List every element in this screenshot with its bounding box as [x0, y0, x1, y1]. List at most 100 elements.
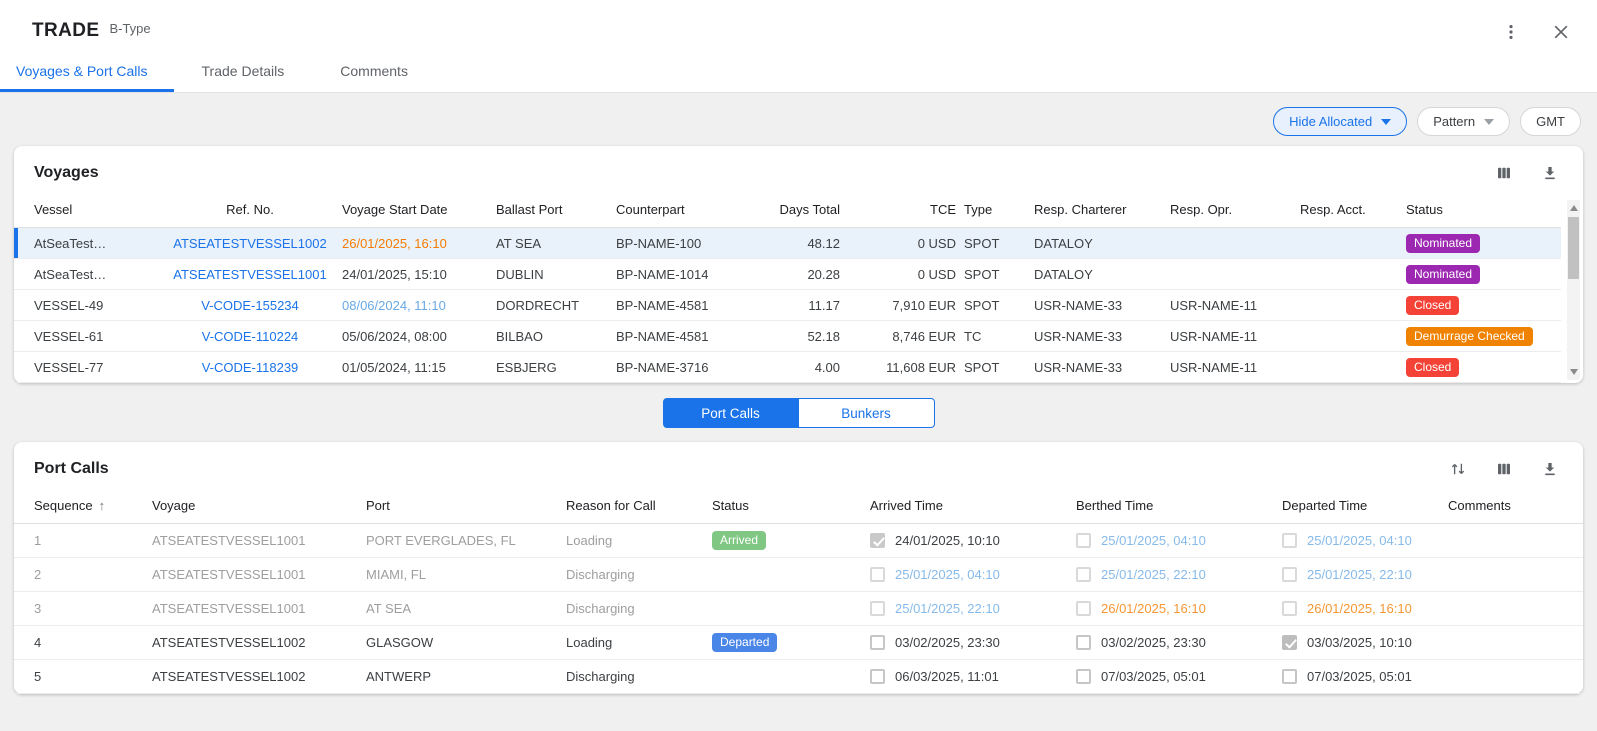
voyages-col-counterpart[interactable]: Counterpart [616, 202, 758, 217]
tab-comments[interactable]: Comments [312, 48, 436, 92]
ref-no-link[interactable]: V-CODE-110224 [202, 329, 299, 344]
download-icon[interactable] [1539, 458, 1561, 480]
departed-time[interactable]: 25/01/2025, 22:10 [1307, 567, 1412, 582]
port-calls-col-reason-for-call[interactable]: Reason for Call [566, 498, 712, 513]
berthed-time-cell: 25/01/2025, 22:10 [1076, 567, 1282, 582]
departed-checkbox[interactable] [1282, 669, 1297, 684]
arrived-checkbox[interactable] [870, 567, 885, 582]
voyages-col-tce[interactable]: TCE [848, 202, 964, 217]
berthed-checkbox[interactable] [1076, 533, 1091, 548]
tce-cell: 11,608 EUR [848, 360, 964, 375]
arrived-checkbox[interactable] [870, 601, 885, 616]
departed-checkbox[interactable] [1282, 601, 1297, 616]
voyages-col-type[interactable]: Type [964, 202, 1034, 217]
voyage-row[interactable]: AtSeaTest…ATSEATESTVESSEL100226/01/2025,… [14, 228, 1561, 259]
scrollbar-thumb[interactable] [1568, 217, 1579, 279]
ref-no-link[interactable]: ATSEATESTVESSEL1001 [173, 267, 326, 282]
columns-icon[interactable] [1493, 458, 1515, 480]
arrived-checkbox[interactable] [870, 533, 885, 548]
port-calls-col-voyage[interactable]: Voyage [152, 498, 366, 513]
sort-icon[interactable] [1447, 458, 1469, 480]
port-calls-col-comments[interactable]: Comments [1448, 498, 1583, 513]
voyages-col-resp-acct[interactable]: Resp. Acct. [1300, 202, 1406, 217]
arrived-time[interactable]: 25/01/2025, 22:10 [895, 601, 1000, 616]
download-icon[interactable] [1539, 162, 1561, 184]
departed-time-cell: 26/01/2025, 16:10 [1282, 601, 1448, 616]
berthed-time[interactable]: 26/01/2025, 16:10 [1101, 601, 1206, 616]
voyage-row[interactable]: VESSEL-77V-CODE-11823901/05/2024, 11:15E… [14, 352, 1561, 383]
arrived-time[interactable]: 06/03/2025, 11:01 [895, 669, 999, 684]
voyages-col-vessel[interactable]: Vessel [14, 202, 166, 217]
ref-no-link[interactable]: V-CODE-155234 [201, 298, 299, 313]
port-call-row[interactable]: 2ATSEATESTVESSEL1001MIAMI, FLDischarging… [14, 558, 1583, 592]
berthed-time[interactable]: 03/02/2025, 23:30 [1101, 635, 1206, 650]
voyages-col-resp-opr[interactable]: Resp. Opr. [1170, 202, 1300, 217]
departed-time[interactable]: 25/01/2025, 04:10 [1307, 533, 1412, 548]
voyages-table: VesselRef. No.Voyage Start DateBallast P… [14, 192, 1583, 383]
port-calls-col-departed-time[interactable]: Departed Time [1282, 498, 1448, 513]
port-calls-col-status[interactable]: Status [712, 498, 870, 513]
scroll-up-icon[interactable] [1570, 205, 1578, 211]
arrived-checkbox[interactable] [870, 669, 885, 684]
ref-no-link[interactable]: V-CODE-118239 [202, 360, 299, 375]
port-call-row[interactable]: 1ATSEATESTVESSEL1001PORT EVERGLADES, FLL… [14, 524, 1583, 558]
voyages-scrollbar[interactable] [1567, 200, 1580, 380]
port-calls-toggle[interactable]: Port Calls [663, 398, 799, 428]
port-call-row[interactable]: 3ATSEATESTVESSEL1001AT SEADischarging25/… [14, 592, 1583, 626]
voyages-col-voyage-start-date[interactable]: Voyage Start Date [342, 202, 496, 217]
tab-trade-details[interactable]: Trade Details [174, 48, 313, 92]
scroll-down-icon[interactable] [1570, 369, 1578, 375]
ref-no-cell: V-CODE-118239 [166, 360, 342, 375]
port-calls-table: Sequence↑VoyagePortReason for CallStatus… [14, 488, 1583, 694]
port-calls-col-berthed-time[interactable]: Berthed Time [1076, 498, 1282, 513]
hide-allocated-button[interactable]: Hide Allocated [1273, 107, 1407, 136]
voyage-row[interactable]: VESSEL-61V-CODE-11022405/06/2024, 08:00B… [14, 321, 1561, 352]
trade-dialog: TRADE B-Type Voyages & Port CallsTrade D… [0, 0, 1597, 694]
departed-checkbox[interactable] [1282, 567, 1297, 582]
berthed-time[interactable]: 25/01/2025, 22:10 [1101, 567, 1206, 582]
voyage-row[interactable]: VESSEL-49V-CODE-15523408/06/2024, 11:10D… [14, 290, 1561, 321]
voyages-col-days-total[interactable]: Days Total [758, 202, 848, 217]
bunkers-toggle[interactable]: Bunkers [799, 398, 935, 428]
resp-charterer-cell: USR-NAME-33 [1034, 298, 1170, 313]
berthed-checkbox[interactable] [1076, 567, 1091, 582]
voyages-col-resp-charterer[interactable]: Resp. Charterer [1034, 202, 1170, 217]
ref-no-link[interactable]: ATSEATESTVESSEL1002 [173, 236, 326, 251]
arrived-time[interactable]: 24/01/2025, 10:10 [895, 533, 1000, 548]
port-calls-col-arrived-time[interactable]: Arrived Time [870, 498, 1076, 513]
tce-cell: 0 USD [848, 267, 964, 282]
tab-voyages-port-calls[interactable]: Voyages & Port Calls [0, 48, 174, 92]
berthed-checkbox[interactable] [1076, 601, 1091, 616]
resp-opr-cell: USR-NAME-11 [1170, 360, 1300, 375]
berthed-checkbox[interactable] [1076, 669, 1091, 684]
port-calls-col-sequence[interactable]: Sequence↑ [14, 498, 152, 513]
port-call-row[interactable]: 4ATSEATESTVESSEL1002GLASGOWLoadingDepart… [14, 626, 1583, 660]
status-cell: Demurrage Checked [1406, 327, 1561, 346]
departed-time[interactable]: 07/03/2025, 05:01 [1307, 669, 1412, 684]
arrived-checkbox[interactable] [870, 635, 885, 650]
arrived-time[interactable]: 25/01/2025, 04:10 [895, 567, 1000, 582]
voyages-col-status[interactable]: Status [1406, 202, 1561, 217]
close-icon[interactable] [1549, 20, 1573, 44]
dialog-header: TRADE B-Type Voyages & Port CallsTrade D… [0, 0, 1597, 93]
departed-checkbox[interactable] [1282, 635, 1297, 650]
departed-time[interactable]: 26/01/2025, 16:10 [1307, 601, 1412, 616]
voyages-col-ballast-port[interactable]: Ballast Port [496, 202, 616, 217]
voyages-col-ref-no[interactable]: Ref. No. [166, 202, 342, 217]
berthed-checkbox[interactable] [1076, 635, 1091, 650]
more-menu-icon[interactable] [1499, 20, 1523, 44]
berthed-time[interactable]: 07/03/2025, 05:01 [1101, 669, 1206, 684]
gmt-button[interactable]: GMT [1520, 107, 1581, 136]
voyage-row[interactable]: AtSeaTest…ATSEATESTVESSEL100124/01/2025,… [14, 259, 1561, 290]
view-toggle: Port Calls Bunkers [14, 383, 1583, 442]
port-calls-col-port[interactable]: Port [366, 498, 566, 513]
pattern-button[interactable]: Pattern [1417, 107, 1510, 136]
departed-time[interactable]: 03/03/2025, 10:10 [1307, 635, 1412, 650]
columns-icon[interactable] [1493, 162, 1515, 184]
berthed-time[interactable]: 25/01/2025, 04:10 [1101, 533, 1206, 548]
arrived-time[interactable]: 03/02/2025, 23:30 [895, 635, 1000, 650]
port-call-row[interactable]: 5ATSEATESTVESSEL1002ANTWERPDischarging06… [14, 660, 1583, 694]
departed-checkbox[interactable] [1282, 533, 1297, 548]
resp-opr-cell: USR-NAME-11 [1170, 329, 1300, 344]
sequence-cell: 4 [14, 635, 152, 650]
